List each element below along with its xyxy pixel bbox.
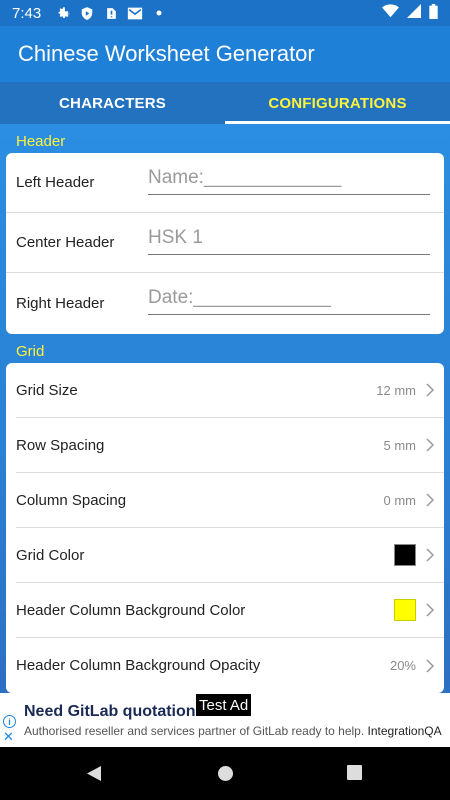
ad-body: Authorised reseller and services partner…: [24, 724, 442, 738]
column-spacing-label: Column Spacing: [16, 491, 127, 509]
gear-icon: [55, 5, 71, 21]
header-card: Left Header Name:_____________ Center He…: [6, 153, 444, 334]
header-column-bg-color-row[interactable]: Header Column Background Color: [16, 583, 444, 638]
status-bar: 7:43: [0, 0, 450, 26]
chevron-right-icon: [426, 383, 434, 397]
center-header-input[interactable]: HSK 1: [148, 225, 430, 255]
tab-configurations[interactable]: CONFIGURATIONS: [225, 82, 450, 124]
header-column-bg-color-label: Header Column Background Color: [16, 601, 246, 619]
center-header-label: Center Header: [16, 234, 115, 251]
grid-size-value: 12 mm: [376, 382, 416, 398]
battery-icon: [429, 3, 438, 23]
header-column-bg-opacity-label: Header Column Background Opacity: [16, 657, 261, 674]
right-header-row: Right Header Date:_____________: [6, 273, 444, 333]
right-header-input[interactable]: Date:_____________: [148, 285, 430, 315]
grid-size-label: Grid Size: [16, 381, 78, 399]
back-icon[interactable]: [86, 765, 102, 782]
recents-icon[interactable]: [347, 765, 362, 780]
grid-color-label: Grid Color: [16, 546, 85, 564]
column-spacing-row[interactable]: Column Spacing 0 mm: [16, 473, 444, 528]
configurations-content[interactable]: Header Left Header Name:_____________ Ce…: [0, 124, 450, 693]
left-header-input[interactable]: Name:_____________: [148, 165, 430, 195]
ad-body-text: Authorised reseller and services partner…: [24, 724, 365, 738]
system-nav-bar: [0, 747, 450, 800]
ad-info-icon[interactable]: i: [3, 715, 16, 728]
tab-bar: CHARACTERS CONFIGURATIONS: [0, 82, 450, 124]
chevron-right-icon: [426, 493, 434, 507]
row-spacing-label: Row Spacing: [16, 436, 105, 454]
grid-card: Grid Size 12 mm Row Spacing 5 mm Column …: [6, 363, 444, 693]
left-header-label: Left Header: [16, 174, 95, 191]
header-column-bg-opacity-row[interactable]: Header Column Background Opacity 20%: [16, 638, 444, 693]
app-bar: Chinese Worksheet Generator: [0, 26, 450, 82]
header-column-bg-color-swatch: [394, 599, 416, 621]
right-header-label: Right Header: [16, 294, 105, 312]
signal-icon: [407, 4, 421, 22]
chevron-right-icon: [426, 548, 434, 562]
test-ad-badge: Test Ad: [196, 694, 252, 716]
header-section-title: Header: [16, 133, 66, 150]
app-title: Chinese Worksheet Generator: [18, 41, 315, 66]
left-header-row: Left Header Name:_____________: [6, 153, 444, 213]
gmail-icon: [127, 5, 143, 21]
dot-icon: [151, 5, 167, 21]
ad-brand: IntegrationQA: [367, 724, 442, 738]
row-spacing-value: 5 mm: [383, 437, 417, 453]
home-icon[interactable]: [217, 765, 234, 782]
no-sim-icon: [103, 5, 119, 21]
wifi-icon: [382, 4, 399, 22]
ad-close-icon[interactable]: ✕: [3, 729, 14, 745]
column-spacing-value: 0 mm: [383, 492, 417, 508]
chevron-right-icon: [426, 438, 434, 452]
chevron-right-icon: [426, 658, 434, 673]
center-header-row: Center Header HSK 1: [6, 213, 444, 273]
status-time: 7:43: [12, 4, 42, 22]
grid-color-row[interactable]: Grid Color: [16, 528, 444, 583]
chevron-right-icon: [426, 603, 434, 617]
row-spacing-row[interactable]: Row Spacing 5 mm: [16, 418, 444, 473]
tab-characters[interactable]: CHARACTERS: [0, 82, 225, 124]
grid-size-row[interactable]: Grid Size 12 mm: [16, 363, 444, 418]
header-column-bg-opacity-value: 20%: [389, 658, 416, 673]
shield-play-icon: [79, 5, 95, 21]
grid-color-swatch: [394, 544, 416, 566]
grid-section-title: Grid: [16, 343, 45, 360]
